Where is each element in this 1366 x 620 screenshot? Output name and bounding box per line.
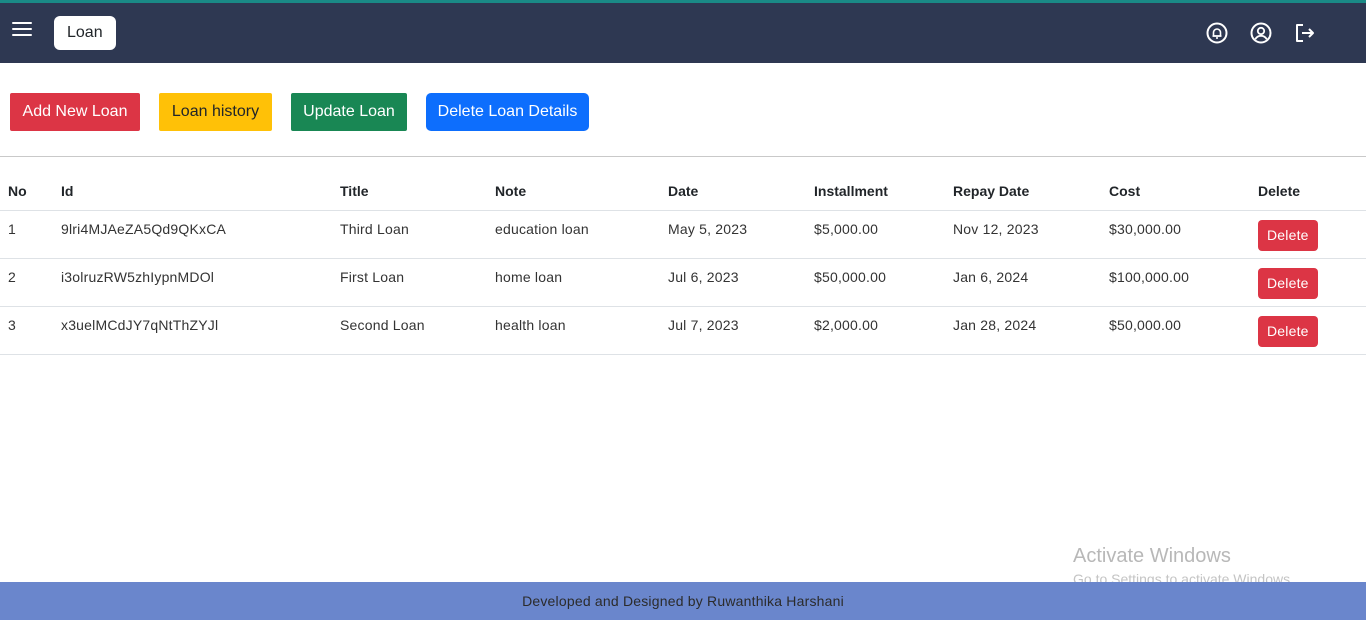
cell-id: x3uelMCdJY7qNtThZYJl xyxy=(53,306,332,355)
cell-id: i3olruzRW5zhIypnMDOl xyxy=(53,258,332,307)
column-header-installment: Installment xyxy=(806,172,945,211)
delete-row-button[interactable]: Delete xyxy=(1258,267,1318,299)
cell-date: Jul 7, 2023 xyxy=(660,306,806,355)
cell-installment: $50,000.00 xyxy=(806,258,945,307)
page-title[interactable]: Loan xyxy=(54,16,116,50)
column-header-date: Date xyxy=(660,172,806,211)
notification-icon[interactable] xyxy=(1205,21,1229,45)
cell-no: 2 xyxy=(0,258,53,307)
activate-windows-heading: Activate Windows xyxy=(1073,545,1231,567)
footer: Developed and Designed by Ruwanthika Har… xyxy=(0,582,1366,620)
cell-installment: $5,000.00 xyxy=(806,210,945,259)
cell-no: 3 xyxy=(0,306,53,355)
logout-icon[interactable] xyxy=(1293,21,1317,45)
cell-repay-date: Jan 28, 2024 xyxy=(945,306,1101,355)
delete-row-button[interactable]: Delete xyxy=(1258,219,1318,251)
column-header-title: Title xyxy=(332,172,487,211)
menu-icon[interactable] xyxy=(12,22,32,38)
cell-title: Second Loan xyxy=(332,306,487,355)
cell-note: education loan xyxy=(487,210,660,259)
add-new-loan-button[interactable]: Add New Loan xyxy=(10,93,140,131)
cell-delete: Delete xyxy=(1250,258,1366,307)
column-header-no: No xyxy=(0,172,53,211)
delete-loan-details-button[interactable]: Delete Loan Details xyxy=(426,93,589,131)
loan-history-button[interactable]: Loan history xyxy=(159,93,272,131)
column-header-delete: Delete xyxy=(1250,172,1366,211)
delete-row-button[interactable]: Delete xyxy=(1258,315,1318,347)
cell-note: home loan xyxy=(487,258,660,307)
cell-cost: $100,000.00 xyxy=(1101,258,1250,307)
loan-table: No Id Title Note Date Installment Repay … xyxy=(0,172,1366,355)
cell-repay-date: Jan 6, 2024 xyxy=(945,258,1101,307)
column-header-cost: Cost xyxy=(1101,172,1250,211)
update-loan-button[interactable]: Update Loan xyxy=(291,93,407,131)
navbar: Loan xyxy=(0,3,1366,63)
column-header-id: Id xyxy=(53,172,332,211)
cell-delete: Delete xyxy=(1250,210,1366,259)
table-row: 2 i3olruzRW5zhIypnMDOl First Loan home l… xyxy=(0,258,1366,307)
column-header-repay-date: Repay Date xyxy=(945,172,1101,211)
action-bar: Add New Loan Loan history Update Loan De… xyxy=(0,63,1366,157)
table-header-row: No Id Title Note Date Installment Repay … xyxy=(0,172,1366,211)
cell-repay-date: Nov 12, 2023 xyxy=(945,210,1101,259)
cell-id: 9lri4MJAeZA5Qd9QKxCA xyxy=(53,210,332,259)
cell-no: 1 xyxy=(0,210,53,259)
cell-cost: $30,000.00 xyxy=(1101,210,1250,259)
column-header-note: Note xyxy=(487,172,660,211)
cell-delete: Delete xyxy=(1250,306,1366,355)
cell-title: Third Loan xyxy=(332,210,487,259)
cell-date: Jul 6, 2023 xyxy=(660,258,806,307)
cell-note: health loan xyxy=(487,306,660,355)
table-row: 1 9lri4MJAeZA5Qd9QKxCA Third Loan educat… xyxy=(0,210,1366,259)
cell-date: May 5, 2023 xyxy=(660,210,806,259)
table-row: 3 x3uelMCdJY7qNtThZYJl Second Loan healt… xyxy=(0,306,1366,355)
user-profile-icon[interactable] xyxy=(1249,21,1273,45)
cell-title: First Loan xyxy=(332,258,487,307)
cell-cost: $50,000.00 xyxy=(1101,306,1250,355)
cell-installment: $2,000.00 xyxy=(806,306,945,355)
